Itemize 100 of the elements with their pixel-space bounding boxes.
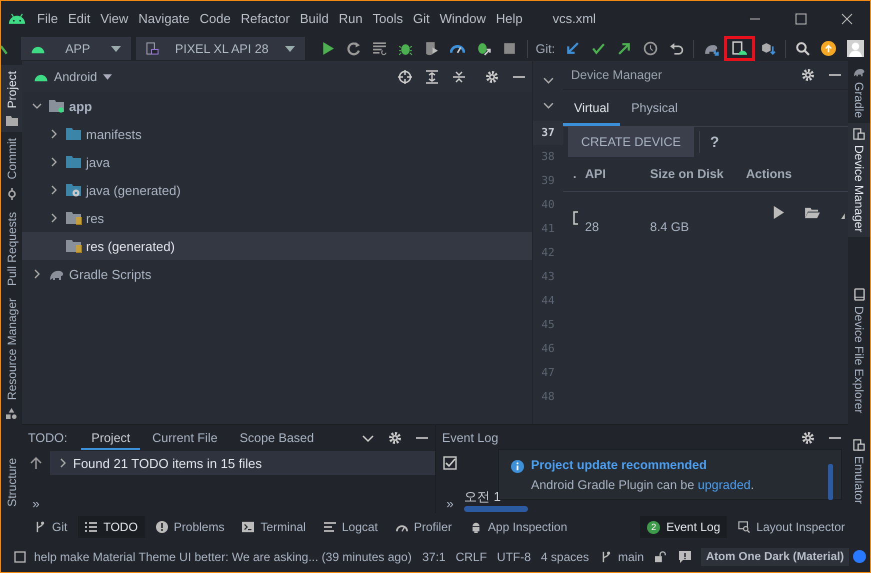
menu-item[interactable]: View: [100, 11, 128, 26]
tab[interactable]: Scope Based: [230, 426, 324, 450]
line-number: 43: [540, 269, 556, 285]
menu-item[interactable]: Help: [496, 11, 523, 26]
chevron-icon: [49, 213, 59, 223]
apply-code-icon[interactable]: [372, 41, 388, 56]
folder-icon: [66, 155, 82, 169]
more-button[interactable]: »: [32, 496, 40, 511]
theme-indicator[interactable]: Atom One Dark (Material): [700, 548, 849, 566]
tool-window-tab[interactable]: Structure: [1, 452, 22, 513]
play-icon[interactable]: [772, 206, 785, 219]
line-separator[interactable]: CRLF: [456, 550, 487, 564]
create-device-button[interactable]: CREATE DEVICE: [568, 127, 694, 157]
close-icon[interactable]: [841, 12, 853, 24]
phone-icon: [146, 42, 159, 55]
tool-window-button[interactable]: 2 Event Log: [640, 516, 728, 538]
column-header: Size on Disk: [650, 167, 725, 181]
attach-debugger-icon[interactable]: [476, 41, 492, 56]
tool-window-tab[interactable]: Gradle: [848, 61, 870, 124]
settings-icon[interactable]: [388, 431, 402, 445]
file-encoding[interactable]: UTF-8: [496, 550, 531, 564]
menu-item[interactable]: Git: [412, 11, 430, 26]
tool-window-button[interactable]: Profiler: [388, 516, 459, 538]
tool-window-button[interactable]: Problems: [148, 516, 232, 538]
window-icon[interactable]: [14, 550, 26, 562]
rerun-icon[interactable]: [346, 41, 362, 56]
tool-window-tab[interactable]: Resource Manager: [1, 292, 22, 425]
fold-icon[interactable]: [542, 75, 554, 86]
settings-icon[interactable]: [484, 70, 498, 84]
upgrade-link[interactable]: upgraded: [698, 478, 751, 492]
panel-title: Device Manager: [571, 68, 662, 82]
tree-item[interactable]: res (generated): [22, 232, 532, 260]
tree-item[interactable]: java (generated): [22, 176, 532, 204]
branch-name[interactable]: main: [618, 550, 644, 564]
expand-all-icon[interactable]: [425, 70, 439, 84]
update-arrow-icon[interactable]: [564, 41, 580, 56]
menu-item[interactable]: Tools: [372, 11, 403, 26]
tree-item[interactable]: manifests: [22, 120, 532, 148]
tool-window-button[interactable]: Logcat: [316, 516, 385, 538]
menu-item[interactable]: Navigate: [138, 11, 190, 26]
tree-item[interactable]: app: [22, 92, 532, 120]
settings-icon[interactable]: [800, 68, 814, 82]
tool-window-tab[interactable]: Emulator: [848, 434, 870, 509]
maximize-icon[interactable]: [795, 12, 807, 24]
tool-window-tab[interactable]: Commit: [1, 132, 22, 206]
stop-icon[interactable]: [502, 41, 518, 56]
update-icon[interactable]: [821, 41, 836, 56]
device-manager-icon[interactable]: [732, 41, 748, 56]
caret-icon: [110, 46, 121, 52]
lock-icon[interactable]: [654, 550, 667, 562]
menu-item[interactable]: Run: [338, 11, 363, 26]
view-dropdown[interactable]: Android: [34, 70, 112, 84]
more-button[interactable]: »: [446, 496, 454, 511]
lines-icon: [324, 521, 336, 533]
check-icon[interactable]: [590, 41, 606, 56]
tree-item[interactable]: java: [22, 148, 532, 176]
tool-window-button[interactable]: Terminal: [235, 516, 313, 538]
menu-item[interactable]: File: [37, 11, 58, 26]
tool-window-tab[interactable]: Device File Explorer: [848, 283, 870, 419]
run-config-dropdown[interactable]: APP: [20, 37, 131, 60]
tool-window-button[interactable]: App Inspection: [462, 516, 574, 538]
tool-window-button[interactable]: Layout Inspector: [731, 516, 852, 538]
sdk-download-icon[interactable]: [760, 41, 776, 56]
caret-position[interactable]: 37:1: [422, 550, 446, 564]
push-arrow-icon[interactable]: [616, 41, 632, 56]
tool-window-tab[interactable]: Pull Requests: [1, 206, 22, 292]
locate-icon[interactable]: [398, 70, 412, 84]
run-icon[interactable]: [320, 41, 336, 56]
alert-icon[interactable]: [678, 550, 691, 562]
device-dropdown[interactable]: PIXEL XL API 28: [136, 37, 305, 60]
tree-item[interactable]: res: [22, 204, 532, 232]
menu-item[interactable]: Window: [440, 11, 486, 26]
undo-icon[interactable]: [668, 41, 684, 56]
tree-item[interactable]: Found 21 TODO items in 15 files: [50, 451, 435, 475]
tool-window-tab[interactable]: Project: [1, 65, 22, 132]
checkbox-icon[interactable]: [443, 456, 457, 470]
tab[interactable]: Current File: [142, 426, 228, 450]
clock-icon[interactable]: [642, 41, 658, 56]
search-icon[interactable]: [795, 41, 810, 56]
tree-item[interactable]: Gradle Scripts: [22, 260, 532, 288]
up-arrow-icon[interactable]: [29, 456, 43, 470]
tool-window-button[interactable]: TODO: [78, 516, 145, 538]
help-button[interactable]: ?: [705, 134, 724, 150]
folder-icon[interactable]: [805, 206, 820, 219]
fold-icon[interactable]: [542, 100, 554, 111]
folder-icon: [66, 127, 82, 141]
scrollbar[interactable]: [464, 506, 528, 512]
settings-icon[interactable]: [800, 431, 814, 445]
indent-setting[interactable]: 4 spaces: [540, 550, 589, 564]
tool-window-button[interactable]: Git: [27, 516, 74, 538]
tool-window-tab[interactable]: Device Manager: [848, 123, 870, 238]
status-message[interactable]: help make Material Theme UI better: We are asking... (39 minutes ago): [34, 550, 412, 564]
shield-icon[interactable]: [424, 41, 440, 56]
avatar-icon[interactable]: [847, 40, 864, 57]
collapse-all-icon[interactable]: [452, 70, 466, 84]
menu-item[interactable]: Code: [200, 11, 231, 26]
tab[interactable]: Physical: [620, 101, 689, 126]
menu-item[interactable]: Edit: [68, 11, 90, 26]
menu-item[interactable]: Refactor: [240, 11, 290, 26]
menu-item[interactable]: Build: [300, 11, 329, 26]
